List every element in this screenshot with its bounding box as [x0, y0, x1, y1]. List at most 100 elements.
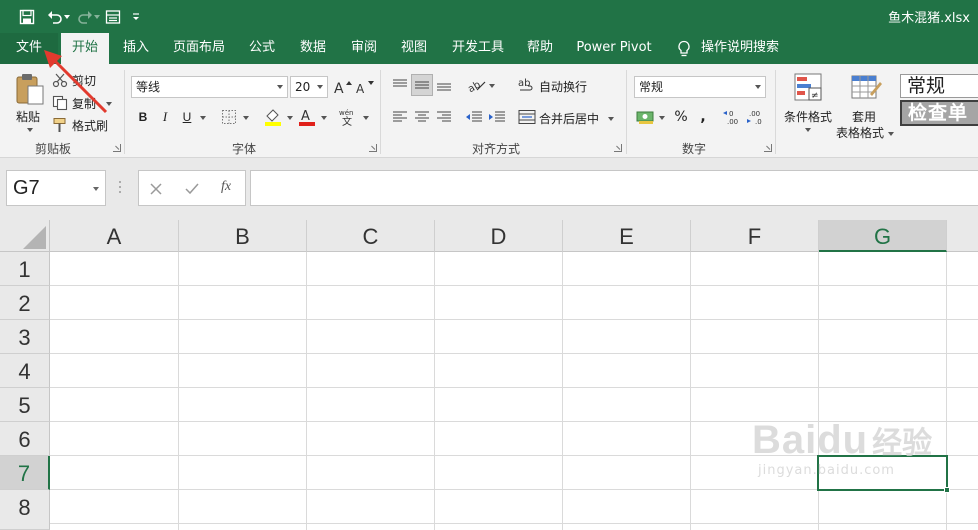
tab-page-layout[interactable]: 页面布局	[166, 33, 232, 64]
tab-file[interactable]: 文件	[0, 33, 58, 64]
number-group-label: 数字	[681, 142, 706, 156]
cut-button[interactable]: 剪切	[52, 70, 112, 90]
formula-bar-area: G7 fx	[0, 158, 978, 220]
redo-icon[interactable]	[70, 6, 100, 28]
column-header-d[interactable]: D	[435, 220, 563, 252]
svg-text:文: 文	[342, 115, 352, 126]
paste-button[interactable]: 粘贴	[10, 70, 50, 136]
phonetic-guide-icon[interactable]: wén 文	[338, 106, 360, 128]
tab-review[interactable]: 审阅	[342, 33, 386, 64]
align-center-icon[interactable]	[411, 106, 433, 128]
decrease-indent-icon[interactable]	[463, 106, 485, 128]
increase-font-icon[interactable]: A	[332, 76, 354, 98]
format-painter-button[interactable]: 格式刷	[52, 115, 114, 135]
tab-home[interactable]: 开始	[61, 33, 109, 64]
align-right-icon[interactable]	[433, 106, 455, 128]
align-top-icon[interactable]	[389, 74, 411, 96]
row-header-7[interactable]: 7	[0, 456, 50, 490]
quick-access-toolbar	[14, 6, 146, 28]
tab-view[interactable]: 视图	[392, 33, 436, 64]
tab-help[interactable]: 帮助	[518, 33, 562, 64]
font-launcher-icon[interactable]	[369, 144, 377, 152]
row-header-4[interactable]: 4	[0, 354, 50, 388]
lightbulb-icon	[678, 40, 690, 57]
row-header-3[interactable]: 3	[0, 320, 50, 354]
font-size-combo[interactable]: 20	[290, 76, 328, 98]
tab-developer[interactable]: 开发工具	[444, 33, 512, 64]
bold-button[interactable]: B	[132, 106, 154, 128]
fill-color-icon[interactable]	[262, 106, 284, 128]
select-all-corner[interactable]	[0, 220, 50, 252]
enter-check-icon[interactable]	[184, 182, 200, 196]
conditional-formatting-button[interactable]: ≠ 条件格式	[780, 70, 836, 140]
svg-text:.0: .0	[755, 118, 762, 126]
copy-label: 复制	[72, 97, 97, 111]
row-header-2[interactable]: 2	[0, 286, 50, 320]
column-header-b[interactable]: B	[179, 220, 307, 252]
column-header-partial[interactable]	[947, 220, 978, 252]
formula-bar-grip-icon[interactable]	[118, 180, 122, 194]
svg-text:ab: ab	[518, 78, 530, 89]
wrap-text-button[interactable]: ab 自动换行	[518, 76, 598, 96]
merge-center-icon	[518, 110, 536, 124]
row-header-6[interactable]: 6	[0, 422, 50, 456]
merge-center-button[interactable]: 合并后居中	[518, 108, 618, 128]
percent-button[interactable]: %	[670, 106, 692, 128]
paste-icon	[16, 74, 44, 105]
svg-text:≠: ≠	[811, 91, 819, 101]
wrap-text-label: 自动换行	[539, 80, 588, 94]
orientation-icon[interactable]: ab	[466, 74, 488, 96]
insert-function-icon[interactable]: fx	[221, 179, 231, 195]
row-header-5[interactable]: 5	[0, 388, 50, 422]
format-as-table-button[interactable]: 套用 表格格式	[834, 70, 896, 140]
align-left-icon[interactable]	[389, 106, 411, 128]
column-header-a[interactable]: A	[50, 220, 179, 252]
increase-decimal-icon[interactable]: 0.00	[722, 106, 744, 128]
form-icon[interactable]	[100, 6, 126, 28]
number-launcher-icon[interactable]	[764, 144, 772, 152]
document-title: 鱼木混猪.xlsx	[888, 11, 970, 26]
row-header-1[interactable]: 1	[0, 252, 50, 286]
alignment-launcher-icon[interactable]	[614, 144, 622, 152]
svg-text:wén: wén	[339, 109, 353, 117]
decrease-font-icon[interactable]: A	[354, 76, 376, 98]
row-header-8[interactable]: 8	[0, 490, 50, 530]
svg-text:.00: .00	[727, 118, 738, 126]
column-header-c[interactable]: C	[307, 220, 435, 252]
column-header-g[interactable]: G	[819, 220, 947, 252]
customize-icon[interactable]	[126, 6, 146, 28]
clipboard-launcher-icon[interactable]	[113, 144, 121, 152]
align-middle-icon[interactable]	[411, 74, 433, 96]
align-bottom-icon[interactable]	[433, 74, 455, 96]
svg-text:A: A	[301, 109, 310, 124]
column-header-f[interactable]: F	[691, 220, 819, 252]
increase-indent-icon[interactable]	[486, 106, 508, 128]
copy-button[interactable]: 复制	[52, 93, 114, 113]
decrease-decimal-icon[interactable]: .00.0	[746, 106, 768, 128]
currency-icon[interactable]	[634, 106, 656, 128]
underline-button[interactable]: U	[176, 106, 198, 128]
column-header-e[interactable]: E	[563, 220, 691, 252]
save-icon[interactable]	[14, 6, 40, 28]
formula-input[interactable]	[250, 170, 978, 206]
undo-icon[interactable]	[40, 6, 70, 28]
style-check-cell[interactable]: 检查单	[900, 100, 978, 126]
fill-handle[interactable]	[944, 487, 950, 493]
watermark-brand: Baidu	[752, 418, 869, 462]
tab-formulas[interactable]: 公式	[240, 33, 284, 64]
tab-power-pivot[interactable]: Power Pivot	[570, 33, 658, 64]
tab-data[interactable]: 数据	[290, 33, 336, 64]
format-as-table-icon	[851, 75, 882, 99]
font-color-icon[interactable]: A	[296, 106, 318, 128]
name-box[interactable]: G7	[6, 170, 106, 206]
italic-button[interactable]: I	[154, 106, 176, 128]
cancel-icon[interactable]	[149, 182, 163, 196]
style-normal[interactable]: 常规	[900, 74, 978, 98]
font-name-combo[interactable]: 等线	[131, 76, 288, 98]
tell-me-search[interactable]: 操作说明搜索	[696, 33, 784, 64]
borders-icon[interactable]	[218, 106, 240, 128]
number-format-combo[interactable]: 常规	[634, 76, 766, 98]
comma-button[interactable]: ,	[692, 106, 714, 128]
tab-insert[interactable]: 插入	[114, 33, 158, 64]
format-as-table-label-1: 套用	[852, 110, 877, 124]
